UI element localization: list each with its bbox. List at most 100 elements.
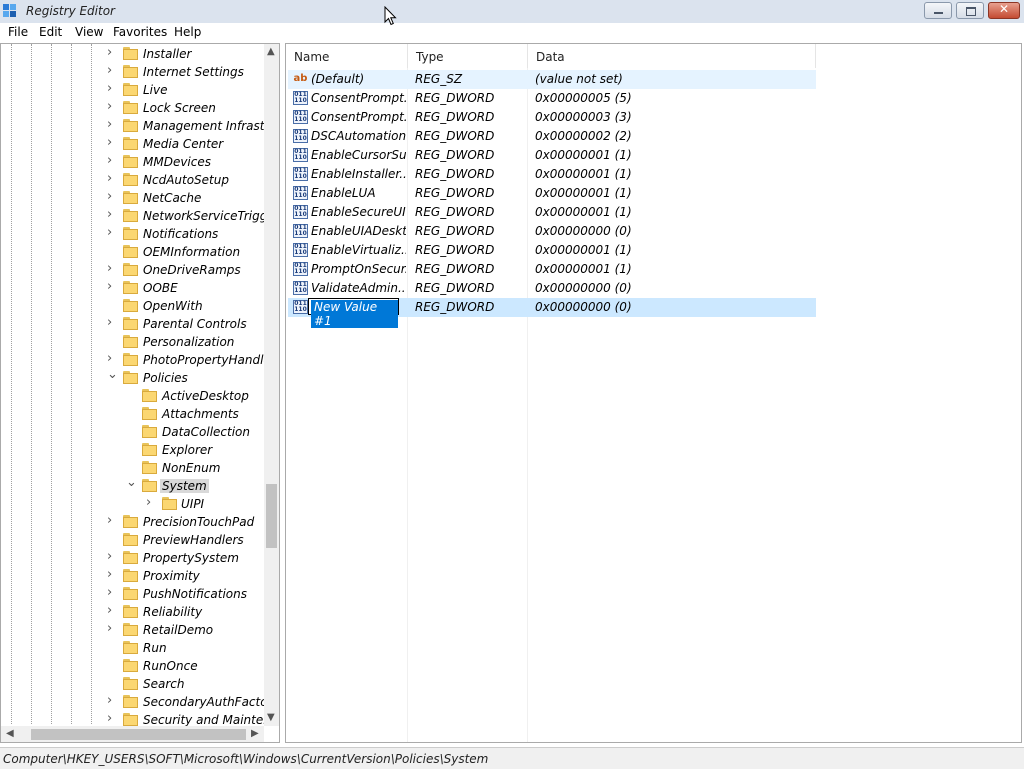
value-row[interactable]: 011 110 ValidateAdmin... REG_DWORD 0x000000… bbox=[288, 279, 816, 298]
chevron-right-icon[interactable]: › bbox=[107, 189, 117, 204]
value-row[interactable]: 011 110 ConsentPrompt... REG_DWORD 0x000000… bbox=[288, 89, 816, 108]
value-row[interactable]: 011 110 New Value #1 REG_DWORD 0x00000000 (… bbox=[288, 298, 816, 328]
value-row[interactable]: 011 110DSCAutomation... REG_DWORD 0x000000… bbox=[288, 127, 816, 146]
chevron-right-icon[interactable]: › bbox=[107, 315, 117, 330]
chevron-right-icon[interactable]: › bbox=[107, 711, 117, 726]
tree-item[interactable]: Explorer bbox=[1, 442, 263, 460]
chevron-down-icon[interactable]: ⌄ bbox=[126, 475, 137, 490]
tree-item[interactable]: Attachments bbox=[1, 406, 263, 424]
value-row[interactable]: 011 110 EnableInstaller... REG_DWORD 0x0000… bbox=[288, 165, 816, 184]
close-button[interactable]: ✕ bbox=[988, 2, 1020, 19]
tree-item[interactable]: › PrecisionTouchPad bbox=[1, 513, 263, 532]
value-row[interactable]: ab (Default) REG_SZ (value not set) bbox=[288, 70, 816, 89]
menu-edit[interactable]: Edit bbox=[39, 25, 62, 39]
tree-item[interactable]: OpenWith bbox=[1, 298, 263, 316]
tree-item[interactable]: ActiveDesktop bbox=[1, 388, 263, 406]
chevron-right-icon[interactable]: › bbox=[107, 45, 117, 60]
tree-item[interactable]: PreviewHandlers bbox=[1, 532, 263, 550]
tree-item[interactable]: RunOnce bbox=[1, 658, 263, 676]
tree-item[interactable]: › Installer bbox=[1, 45, 263, 64]
menu-view[interactable]: View bbox=[75, 25, 103, 39]
tree-vertical-scrollbar[interactable]: ▲ ▼ bbox=[264, 44, 279, 726]
restore-button[interactable] bbox=[956, 2, 984, 19]
chevron-right-icon[interactable]: › bbox=[107, 117, 117, 132]
column-header-type[interactable]: Type bbox=[408, 44, 528, 68]
chevron-right-icon[interactable]: › bbox=[107, 351, 117, 366]
chevron-right-icon[interactable]: › bbox=[107, 63, 117, 78]
title-bar[interactable]: Registry Editor ✕ bbox=[0, 0, 1024, 24]
value-row[interactable]: 011 110EnableCursorSu... REG_DWORD 0x00000… bbox=[288, 146, 816, 165]
value-row[interactable]: 011 110EnableUIADeskt... REG_DWORD 0x00000… bbox=[288, 222, 816, 241]
tree-item[interactable]: ⌄ Policies bbox=[1, 367, 263, 388]
tree-item[interactable]: › NetworkServiceTriggers bbox=[1, 207, 279, 226]
tree-item[interactable]: ⌄ System bbox=[1, 475, 263, 496]
tree-item[interactable]: › Live bbox=[1, 81, 263, 100]
chevron-right-icon[interactable]: › bbox=[107, 207, 117, 222]
tree-item[interactable]: › RetailDemo bbox=[1, 621, 263, 640]
chevron-right-icon[interactable]: › bbox=[107, 261, 117, 276]
chevron-right-icon[interactable]: › bbox=[107, 549, 117, 564]
chevron-right-icon[interactable]: › bbox=[107, 585, 117, 600]
scroll-up-icon[interactable]: ▲ bbox=[267, 46, 275, 57]
tree-item[interactable]: › Media Center bbox=[1, 135, 263, 154]
tree-item[interactable]: › PushNotifications bbox=[1, 585, 263, 604]
tree-item-label: PushNotifications bbox=[143, 587, 247, 601]
minimize-button[interactable] bbox=[924, 2, 952, 19]
chevron-right-icon[interactable]: › bbox=[107, 135, 117, 150]
chevron-right-icon[interactable]: › bbox=[107, 621, 117, 636]
tree-item[interactable]: › Reliability bbox=[1, 603, 263, 622]
values-list[interactable]: Name Type Data ab (Default) REG_SZ (value n… bbox=[285, 43, 1022, 743]
tree-item[interactable]: Search bbox=[1, 676, 263, 694]
tree-item[interactable]: › Internet Settings bbox=[1, 63, 263, 82]
tree-item[interactable]: › NcdAutoSetup bbox=[1, 171, 263, 190]
tree-item[interactable]: › Proximity bbox=[1, 567, 263, 586]
chevron-right-icon[interactable]: › bbox=[107, 513, 117, 528]
menu-file[interactable]: File bbox=[8, 25, 28, 39]
tree-item[interactable]: Run bbox=[1, 640, 263, 658]
value-row[interactable]: 011 110 EnableLUA REG_DWORD 0x00000001 (1) bbox=[288, 184, 816, 203]
tree-item[interactable]: DataCollection bbox=[1, 424, 263, 442]
chevron-right-icon[interactable]: › bbox=[146, 495, 156, 510]
value-row[interactable]: 011 110 ConsentPrompt... REG_DWORD 0x000000… bbox=[288, 108, 816, 127]
tree-item-label: Personalization bbox=[143, 335, 235, 349]
tree-item[interactable]: › OOBE bbox=[1, 279, 263, 298]
column-header-data[interactable]: Data bbox=[528, 44, 816, 68]
scroll-down-icon[interactable]: ▼ bbox=[267, 712, 275, 723]
value-row[interactable]: 011 110 EnableVirtualiz... REG_DWORD 0x0000… bbox=[288, 241, 816, 260]
chevron-right-icon[interactable]: › bbox=[107, 279, 117, 294]
registry-tree[interactable]: › Installer › Internet Settings › Live › Lock S… bbox=[0, 43, 280, 743]
chevron-right-icon[interactable]: › bbox=[107, 225, 117, 240]
column-header-name[interactable]: Name bbox=[286, 44, 408, 68]
tree-item[interactable]: › Notifications bbox=[1, 225, 263, 244]
tree-item[interactable]: › Parental Controls bbox=[1, 315, 263, 334]
tree-item[interactable]: › Lock Screen bbox=[1, 99, 263, 118]
chevron-right-icon[interactable]: › bbox=[107, 171, 117, 186]
chevron-right-icon[interactable]: › bbox=[107, 603, 117, 618]
tree-item[interactable]: › OneDriveRamps bbox=[1, 261, 263, 280]
chevron-right-icon[interactable]: › bbox=[107, 567, 117, 582]
tree-horizontal-scrollbar[interactable]: ◀ ▶ bbox=[1, 726, 264, 742]
chevron-right-icon[interactable]: › bbox=[107, 81, 117, 96]
scroll-left-icon[interactable]: ◀ bbox=[6, 728, 14, 739]
chevron-right-icon[interactable]: › bbox=[107, 99, 117, 114]
tree-item[interactable]: › UIPI bbox=[1, 495, 263, 514]
menu-help[interactable]: Help bbox=[174, 25, 201, 39]
chevron-right-icon[interactable]: › bbox=[107, 693, 117, 708]
tree-item[interactable]: › Management Infrastruc bbox=[1, 117, 279, 136]
tree-item[interactable]: › SecondaryAuthFactor bbox=[1, 693, 273, 712]
tree-horizontal-scroll-thumb[interactable] bbox=[31, 729, 246, 740]
tree-item[interactable]: › PropertySystem bbox=[1, 549, 263, 568]
scroll-right-icon[interactable]: ▶ bbox=[251, 728, 259, 739]
tree-item[interactable]: Personalization bbox=[1, 334, 263, 352]
tree-item[interactable]: › MMDevices bbox=[1, 153, 263, 172]
chevron-down-icon[interactable]: ⌄ bbox=[107, 367, 118, 382]
value-row[interactable]: 011 110EnableSecureUI... REG_DWORD 0x00000… bbox=[288, 203, 816, 222]
tree-item[interactable]: › PhotoPropertyHandler bbox=[1, 351, 276, 370]
tree-item[interactable]: OEMInformation bbox=[1, 244, 263, 262]
value-row[interactable]: 011 110 PromptOnSecur... REG_DWORD 0x000000… bbox=[288, 260, 816, 279]
chevron-right-icon[interactable]: › bbox=[107, 153, 117, 168]
rename-value-input[interactable]: New Value #1 bbox=[308, 298, 399, 328]
menu-favorites[interactable]: Favorites bbox=[113, 25, 167, 39]
tree-item[interactable]: › NetCache bbox=[1, 189, 263, 208]
tree-vertical-scroll-thumb[interactable] bbox=[266, 484, 277, 548]
